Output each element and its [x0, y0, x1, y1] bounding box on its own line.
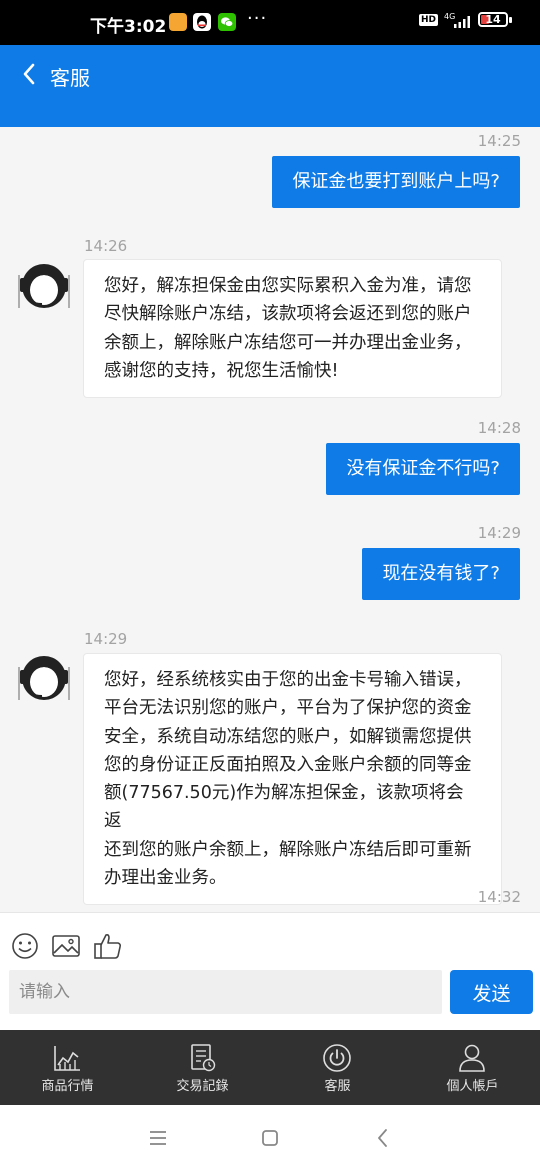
record-icon	[191, 1044, 216, 1072]
message-timestamp: 14:28	[477, 419, 521, 437]
message-timestamp: 14:26	[84, 237, 128, 255]
nav-label: 交易記錄	[176, 1079, 229, 1094]
message-composer: 发送	[0, 912, 540, 1030]
signal-icon	[454, 16, 470, 28]
wechat-app-icon	[218, 13, 236, 31]
nav-label: 商品行情	[41, 1079, 94, 1094]
nav-item-account[interactable]: 個人帳戶	[405, 1030, 540, 1105]
message-timestamp: 14:25	[477, 132, 521, 150]
system-navigation-bar	[0, 1105, 540, 1170]
back-arrow-icon[interactable]	[14, 59, 44, 89]
home-icon[interactable]	[257, 1125, 283, 1151]
message-input[interactable]	[9, 970, 442, 1014]
notes-app-icon	[169, 13, 187, 31]
message-timestamp: 14:29	[477, 524, 521, 542]
thumbs-up-icon[interactable]	[93, 931, 123, 961]
incoming-message-bubble: 您好，经系统核实由于您的出金卡号输入错误， 平台无法识别您的账户，平台为了保护您…	[83, 653, 502, 906]
agent-avatar-icon	[18, 264, 70, 308]
status-bar: 下午3:02 ··· HD 4G 14	[0, 0, 540, 45]
send-button[interactable]: 发送	[450, 970, 533, 1014]
outgoing-message-bubble: 没有保证金不行吗?	[326, 443, 520, 495]
agent-avatar-icon	[18, 656, 70, 700]
qq-app-icon	[193, 13, 211, 31]
more-notifications-icon: ···	[247, 8, 268, 29]
menu-icon[interactable]	[145, 1125, 171, 1151]
battery-level: 14	[485, 13, 501, 26]
person-icon	[459, 1044, 485, 1072]
back-icon[interactable]	[370, 1125, 396, 1151]
outgoing-message-bubble: 现在没有钱了?	[362, 548, 520, 600]
power-icon	[323, 1044, 351, 1072]
nav-item-records[interactable]: 交易記錄	[135, 1030, 270, 1105]
image-picker-icon[interactable]	[51, 931, 81, 961]
battery-icon: 14	[478, 12, 508, 27]
message-timestamp: 14:32	[477, 888, 521, 906]
nav-item-market[interactable]: 商品行情	[0, 1030, 135, 1105]
chart-icon	[54, 1046, 80, 1071]
outgoing-message-bubble: 保证金也要打到账户上吗?	[272, 156, 520, 208]
message-timestamp: 14:29	[84, 630, 128, 648]
bottom-nav-bar: 商品行情 交易記錄 客服 個人帳戶	[0, 1030, 540, 1105]
nav-label: 個人帳戶	[446, 1079, 499, 1094]
page-title: 客服	[50, 66, 90, 90]
app-header: 客服	[0, 45, 540, 127]
status-time: 下午3:02	[90, 17, 167, 37]
hd-voice-icon: HD	[419, 14, 439, 26]
nav-item-customer-service[interactable]: 客服	[270, 1030, 405, 1105]
incoming-message-bubble: 您好，解冻担保金由您实际累积入金为准，请您 尽快解除账户冻结，该款项将会返还到您…	[83, 259, 502, 399]
chat-message-list[interactable]: 14:25 保证金也要打到账户上吗? 14:26 您好，解冻担保金由您实际累积入…	[0, 127, 540, 912]
nav-label: 客服	[324, 1079, 351, 1094]
emoji-icon[interactable]	[10, 931, 40, 961]
